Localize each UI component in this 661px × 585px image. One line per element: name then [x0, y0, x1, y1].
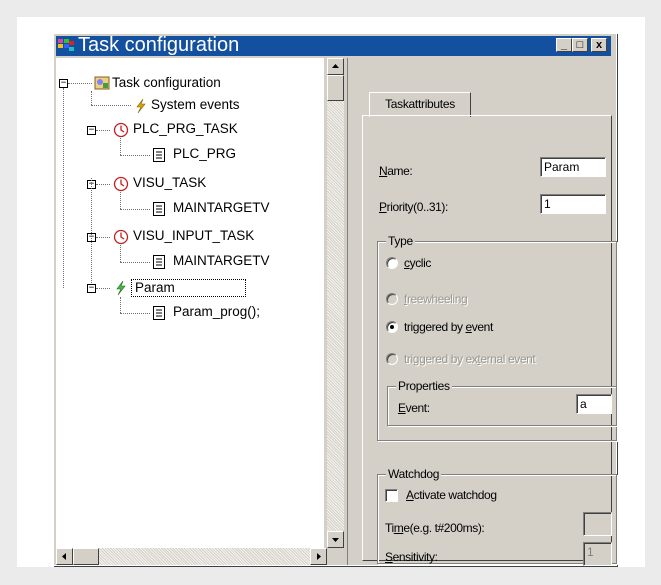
taskattributes-panel: Name: Param Priority(0..31): 1 Type cycl… [362, 115, 617, 566]
tree-item-plc-prg-task[interactable]: PLC_PRG_TASK [133, 121, 238, 137]
scroll-right-button[interactable] [310, 548, 327, 565]
freewheeling-label: freewheeling [404, 292, 468, 306]
triggered-by-external-event-label: triggered by external event [404, 352, 536, 366]
collapse-icon[interactable]: − [59, 79, 68, 88]
hscroll-thumb[interactable] [73, 548, 99, 565]
event-label: Event: [398, 401, 430, 415]
document-icon [153, 255, 165, 269]
screenshot-frame: Task configuration _ □ x − Task configur… [17, 17, 645, 567]
tree-horizontal-scrollbar[interactable] [56, 548, 327, 565]
priority-field[interactable]: 1 [540, 194, 606, 214]
time-label: Time(e.g. t#200ms): [385, 521, 485, 535]
scroll-down-button[interactable] [327, 531, 344, 548]
lightning-icon [136, 98, 146, 114]
arrow-right-icon [317, 553, 321, 560]
sensitivity-label: Sensitivity: [385, 550, 438, 564]
scroll-thumb[interactable] [327, 75, 344, 101]
arrow-left-icon [62, 553, 66, 560]
arrow-down-icon [332, 538, 339, 542]
document-icon [153, 148, 165, 162]
time-field[interactable] [583, 512, 612, 536]
name-field[interactable]: Param [540, 157, 606, 177]
tree-item-plc-prg[interactable]: PLC_PRG [173, 146, 236, 162]
properties-group-label: Properties [396, 379, 452, 393]
tree-root-label[interactable]: Task configuration [112, 75, 221, 91]
tree-item-maintargetv[interactable]: MAINTARGETV [173, 200, 270, 216]
activate-watchdog-checkbox[interactable] [385, 489, 398, 502]
tree-vertical-scrollbar[interactable] [327, 58, 344, 548]
task-configuration-icon [94, 76, 110, 90]
triggered-by-event-label: triggered by event [404, 320, 493, 334]
tree-item-visu-input-task[interactable]: VISU_INPUT_TASK [133, 228, 254, 244]
event-field[interactable]: a [576, 394, 612, 414]
tab-taskattributes[interactable]: Taskattributes [369, 92, 471, 117]
task-tree: − Task configuration System events − PLC… [56, 58, 324, 562]
tree-item-system-events[interactable]: System events [151, 97, 240, 113]
pane-splitter[interactable] [347, 58, 352, 565]
radio-freewheeling[interactable] [386, 293, 398, 305]
sensitivity-field[interactable]: 1 [583, 542, 612, 566]
document-icon [153, 306, 165, 320]
tree-item-param-prog[interactable]: Param_prog(); [173, 304, 260, 320]
clock-icon [113, 176, 129, 192]
lightning-icon [116, 280, 126, 296]
priority-label: Priority(0..31): [379, 200, 448, 214]
tree-item-maintargetv-2[interactable]: MAINTARGETV [173, 253, 270, 269]
window-title: Task configuration [78, 34, 240, 56]
collapse-icon[interactable]: − [87, 126, 96, 135]
document-icon [153, 202, 165, 216]
maximize-button[interactable]: □ [572, 38, 588, 52]
task-configuration-window: Task configuration _ □ x − Task configur… [53, 33, 617, 566]
type-group-label: Type [386, 234, 415, 248]
title-bar[interactable]: Task configuration _ □ x [56, 34, 611, 56]
clock-icon [113, 122, 129, 138]
collapse-icon[interactable]: − [87, 284, 96, 293]
radio-triggered-by-event[interactable] [386, 321, 398, 333]
app-icon [58, 39, 74, 51]
radio-triggered-by-external-event[interactable] [386, 353, 398, 365]
scroll-up-button[interactable] [327, 58, 344, 75]
watchdog-group-label: Watchdog [386, 467, 442, 481]
tree-item-visu-task[interactable]: VISU_TASK [133, 175, 206, 191]
minimize-button[interactable]: _ [556, 38, 572, 52]
cyclic-label: cyclic [404, 256, 431, 270]
tree-item-param[interactable]: Param [131, 279, 246, 297]
name-label: Name: [379, 164, 413, 178]
arrow-up-icon [332, 64, 339, 68]
radio-cyclic[interactable] [386, 257, 398, 269]
clock-icon [113, 229, 129, 245]
close-button[interactable]: x [591, 38, 607, 52]
scroll-left-button[interactable] [56, 548, 73, 565]
activate-watchdog-label: Activate watchdog [406, 488, 497, 502]
